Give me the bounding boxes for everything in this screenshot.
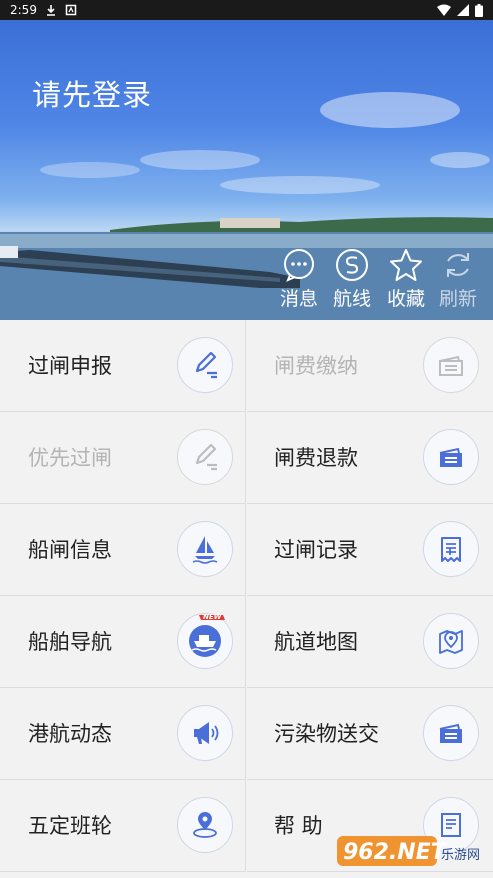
notification-icon bbox=[65, 4, 77, 16]
menu-item-label: 优先过闸 bbox=[28, 446, 112, 470]
quick-action-label: 收藏 bbox=[386, 288, 425, 310]
star-icon bbox=[390, 249, 422, 281]
menu-item-label: 闸费退款 bbox=[274, 446, 358, 470]
status-bar: 2:59 bbox=[0, 0, 493, 20]
menu-item-lock-info[interactable]: 船闸信息 bbox=[0, 504, 246, 596]
ship-new-icon: NEW bbox=[177, 613, 233, 669]
quick-action-label: 消息 bbox=[279, 288, 318, 310]
login-prompt[interactable]: 请先登录 bbox=[32, 72, 152, 114]
quick-action-messages[interactable]: 消息 bbox=[274, 248, 324, 311]
wifi-icon bbox=[437, 4, 451, 16]
quick-action-label: 航线 bbox=[332, 288, 371, 310]
download-icon bbox=[46, 5, 55, 16]
location-icon bbox=[177, 797, 233, 853]
receipt-icon bbox=[423, 521, 479, 577]
menu-item-label: 五定班轮 bbox=[28, 814, 112, 838]
megaphone-icon bbox=[177, 705, 233, 761]
menu-item-port-news[interactable]: 港航动态 bbox=[0, 688, 246, 780]
edit-pen-icon bbox=[177, 429, 233, 485]
chat-bubble-icon bbox=[284, 249, 314, 282]
menu-item-waterway-map[interactable]: 航道地图 bbox=[247, 596, 493, 688]
menu-item-priority-lock[interactable]: 优先过闸 bbox=[0, 412, 246, 504]
watermark-logo: 962.NET 乐游网 bbox=[337, 836, 480, 866]
map-pin-icon bbox=[423, 613, 479, 669]
quick-action-label: 刷新 bbox=[438, 288, 477, 310]
status-time: 2:59 bbox=[10, 3, 37, 17]
menu-item-lock-records[interactable]: 过闸记录 bbox=[247, 504, 493, 596]
svg-text:962.NET: 962.NET bbox=[343, 840, 448, 865]
menu-item-label: 过闸记录 bbox=[274, 538, 358, 562]
signal-icon bbox=[457, 4, 469, 16]
menu-item-label: 船闸信息 bbox=[28, 538, 112, 562]
new-badge-text: NEW bbox=[203, 613, 222, 621]
quick-action-favorites[interactable]: 收藏 bbox=[381, 248, 431, 311]
service-menu-grid: 过闸申报 闸费缴纳 优先过闸 闸费退款 船闸信息 过闸记录 船舶导航 NEW 航… bbox=[0, 320, 493, 878]
menu-item-label: 过闸申报 bbox=[28, 354, 112, 378]
menu-item-scheduled-liner[interactable]: 五定班轮 bbox=[0, 780, 246, 872]
battery-icon bbox=[475, 3, 483, 17]
menu-item-lock-fee-payment[interactable]: 闸费缴纳 bbox=[247, 320, 493, 412]
ticket-icon bbox=[423, 705, 479, 761]
edit-pen-icon bbox=[177, 337, 233, 393]
ticket-icon bbox=[423, 337, 479, 393]
menu-item-label: 闸费缴纳 bbox=[274, 354, 358, 378]
menu-item-ship-navigation[interactable]: 船舶导航 NEW bbox=[0, 596, 246, 688]
menu-item-lock-declaration[interactable]: 过闸申报 bbox=[0, 320, 246, 412]
menu-item-label: 船舶导航 bbox=[28, 630, 112, 654]
menu-item-label: 航道地图 bbox=[274, 630, 358, 654]
menu-item-lock-fee-refund[interactable]: 闸费退款 bbox=[247, 412, 493, 504]
refresh-icon bbox=[447, 253, 469, 277]
ticket-icon bbox=[423, 429, 479, 485]
menu-item-label: 港航动态 bbox=[28, 722, 112, 746]
menu-item-label: 污染物送交 bbox=[274, 722, 379, 746]
quick-action-routes[interactable]: 航线 bbox=[327, 248, 377, 311]
menu-item-pollutant-delivery[interactable]: 污染物送交 bbox=[247, 688, 493, 780]
menu-item-label: 帮 助 bbox=[274, 814, 323, 838]
route-icon bbox=[336, 249, 368, 281]
quick-action-refresh[interactable]: 刷新 bbox=[433, 248, 483, 311]
sailboat-icon bbox=[177, 521, 233, 577]
svg-text:乐游网: 乐游网 bbox=[441, 848, 480, 863]
hero-banner: 请先登录 消息 航线 收藏 刷新 bbox=[0, 20, 493, 320]
